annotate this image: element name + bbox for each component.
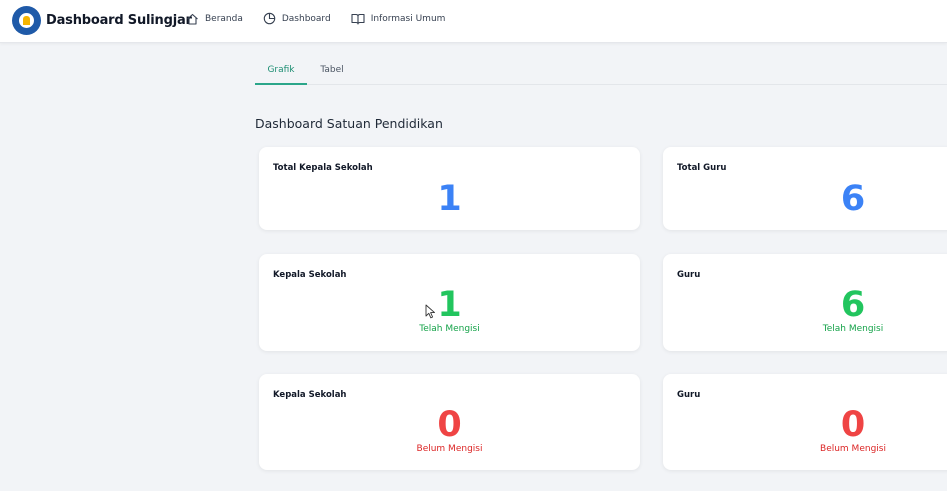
main-nav: Beranda Dashboard Informasi Umum <box>186 12 465 25</box>
card-status: Belum Mengisi <box>820 444 886 454</box>
card-value: 1 <box>437 179 462 219</box>
home-icon <box>187 13 198 25</box>
card-label: Guru <box>677 270 701 280</box>
nav-label-informasi-umum: Informasi Umum <box>370 13 446 24</box>
pie-chart-icon <box>263 12 276 25</box>
card-status: Telah Mengisi <box>822 324 884 334</box>
mouse-cursor-icon <box>425 304 435 319</box>
nav-label-beranda: Beranda <box>205 13 243 24</box>
brand-title: Dashboard Sulingjar <box>46 13 192 28</box>
tut-wuri-handayani-logo <box>12 6 41 35</box>
nav-item-informasi-umum[interactable]: Informasi Umum <box>351 13 446 25</box>
card-total-guru: Total Guru 6 <box>663 147 947 230</box>
card-status: Belum Mengisi <box>416 444 483 454</box>
card-label: Guru <box>677 390 701 400</box>
card-value: 6 <box>840 179 866 219</box>
section-title: Dashboard Satuan Pendidikan <box>255 116 443 131</box>
card-label: Total Kepala Sekolah <box>273 163 373 173</box>
card-value: 0 <box>840 405 866 445</box>
top-navbar: Dashboard Sulingjar Beranda Dashboard In… <box>0 0 947 43</box>
view-tabs: Grafik Tabel <box>255 56 947 85</box>
card-kepala-sekolah-belum-mengisi: Kepala Sekolah 0 Belum Mengisi <box>259 374 640 470</box>
card-status: Telah Mengisi <box>419 324 480 334</box>
card-value: 1 <box>437 285 462 325</box>
card-total-kepala-sekolah: Total Kepala Sekolah 1 <box>259 147 640 230</box>
card-guru-telah-mengisi: Guru 6 Telah Mengisi <box>663 254 947 351</box>
nav-item-beranda[interactable]: Beranda <box>186 13 243 25</box>
brand[interactable]: Dashboard Sulingjar <box>12 6 192 35</box>
card-value: 0 <box>437 405 462 445</box>
card-label: Kepala Sekolah <box>273 390 347 400</box>
card-kepala-sekolah-telah-mengisi: Kepala Sekolah 1 Telah Mengisi <box>259 254 640 351</box>
tab-tabel[interactable]: Tabel <box>312 56 352 85</box>
card-guru-belum-mengisi: Guru 0 Belum Mengisi <box>663 374 947 470</box>
nav-label-dashboard: Dashboard <box>281 13 331 24</box>
book-icon <box>351 13 365 25</box>
card-label: Kepala Sekolah <box>273 270 347 280</box>
tab-grafik[interactable]: Grafik <box>255 56 307 85</box>
nav-item-dashboard[interactable]: Dashboard <box>263 12 331 25</box>
card-label: Total Guru <box>677 163 727 173</box>
card-value: 6 <box>840 285 866 325</box>
